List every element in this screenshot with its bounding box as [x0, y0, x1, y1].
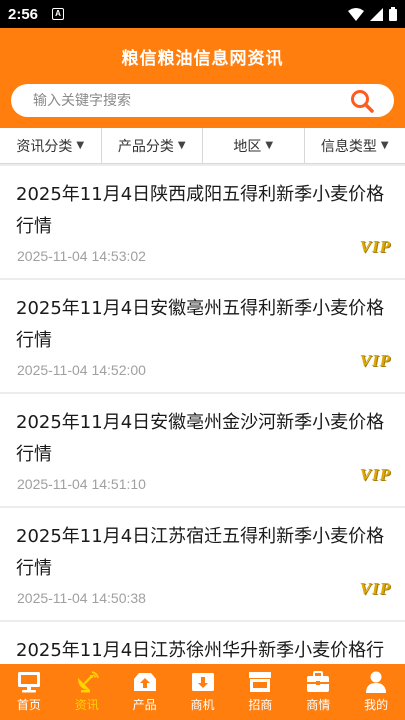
filter-label: 产品分类 — [117, 138, 174, 155]
nav-label: 商情 — [306, 698, 331, 712]
news-item[interactable]: 2025年11月4日安徽亳州五得利新季小麦价格行情 2025-11-04 14:… — [0, 280, 405, 392]
bottom-nav: 首页 资讯 产品 商机 招商 商情 我的 — [0, 664, 405, 720]
nav-investment[interactable]: 招商 — [231, 664, 289, 720]
filter-news-category[interactable]: 资讯分类 ▼ — [0, 128, 102, 163]
caret-down-icon: ▼ — [177, 140, 186, 151]
briefcase-icon — [307, 671, 330, 692]
vip-badge: VIP — [359, 351, 391, 370]
user-icon — [366, 671, 387, 693]
filter-info-type[interactable]: 信息类型 ▼ — [305, 128, 405, 163]
nav-label: 首页 — [16, 698, 41, 712]
search-input[interactable] — [33, 92, 394, 109]
filter-label: 信息类型 — [320, 138, 377, 155]
nav-business[interactable]: 商机 — [174, 664, 232, 720]
nav-home[interactable]: 首页 — [0, 664, 58, 720]
news-time: 2025-11-04 14:53:02 — [17, 248, 146, 264]
app-header: 粮信粮油信息网资讯 — [0, 28, 405, 128]
caret-down-icon: ▼ — [265, 140, 274, 151]
nav-label: 商机 — [190, 698, 215, 712]
news-time: 2025-11-04 14:52:00 — [17, 362, 146, 378]
nav-label: 产品 — [132, 698, 157, 712]
news-title: 2025年11月4日安徽亳州金沙河新季小麦价格行情 — [16, 412, 385, 465]
filter-label: 资讯分类 — [16, 138, 73, 155]
news-title: 2025年11月4日江苏宿迁五得利新季小麦价格行情 — [16, 526, 385, 579]
filter-bar: 资讯分类 ▼ 产品分类 ▼ 地区 ▼ 信息类型 ▼ — [0, 128, 405, 164]
news-list: 2025年11月4日陕西咸阳五得利新季小麦价格行情 2025-11-04 14:… — [0, 166, 405, 664]
nav-products[interactable]: 产品 — [116, 664, 174, 720]
news-title: 2025年11月4日陕西咸阳五得利新季小麦价格行情 — [16, 184, 385, 237]
news-time: 2025-11-04 14:50:38 — [17, 590, 146, 606]
caret-down-icon: ▼ — [76, 140, 85, 151]
monitor-icon — [17, 672, 40, 693]
signal-icon — [370, 7, 383, 21]
news-item[interactable]: 2025年11月4日安徽亳州金沙河新季小麦价格行情 2025-11-04 14:… — [0, 394, 405, 506]
satellite-dish-icon — [77, 671, 99, 693]
news-item[interactable]: 2025年11月4日陕西咸阳五得利新季小麦价格行情 2025-11-04 14:… — [0, 166, 405, 278]
news-title: 2025年11月4日安徽亳州五得利新季小麦价格行情 — [16, 298, 385, 351]
filter-product-category[interactable]: 产品分类 ▼ — [102, 128, 203, 163]
status-bar: 2:56 A — [0, 0, 405, 28]
box-upload-icon — [133, 673, 156, 691]
nav-market[interactable]: 商情 — [289, 664, 347, 720]
box-download-icon — [191, 673, 214, 691]
search-icon[interactable] — [350, 89, 374, 113]
battery-icon — [389, 7, 397, 21]
notification-icon: A — [52, 8, 65, 20]
news-item[interactable]: 2025年11月4日江苏徐州华升新季小麦价格行情 — [0, 622, 405, 664]
filter-region[interactable]: 地区 ▼ — [203, 128, 305, 163]
storefront-icon — [249, 672, 272, 692]
vip-badge: VIP — [359, 237, 391, 256]
news-time: 2025-11-04 14:51:10 — [17, 476, 146, 492]
vip-badge: VIP — [359, 579, 391, 598]
news-title: 2025年11月4日江苏徐州华升新季小麦价格行情 — [16, 640, 385, 661]
filter-label: 地区 — [233, 138, 262, 155]
nav-label: 资讯 — [74, 698, 99, 712]
nav-label: 招商 — [248, 698, 273, 712]
status-indicators — [348, 7, 397, 21]
nav-label: 我的 — [364, 698, 389, 712]
search-bar[interactable] — [11, 84, 394, 117]
vip-badge: VIP — [359, 465, 391, 484]
caret-down-icon: ▼ — [380, 140, 389, 151]
status-time: 2:56 — [8, 5, 39, 23]
nav-profile[interactable]: 我的 — [347, 664, 405, 720]
news-item[interactable]: 2025年11月4日江苏宿迁五得利新季小麦价格行情 2025-11-04 14:… — [0, 508, 405, 620]
page-title: 粮信粮油信息网资讯 — [121, 49, 284, 69]
nav-news[interactable]: 资讯 — [58, 664, 116, 720]
wifi-icon — [348, 7, 364, 21]
